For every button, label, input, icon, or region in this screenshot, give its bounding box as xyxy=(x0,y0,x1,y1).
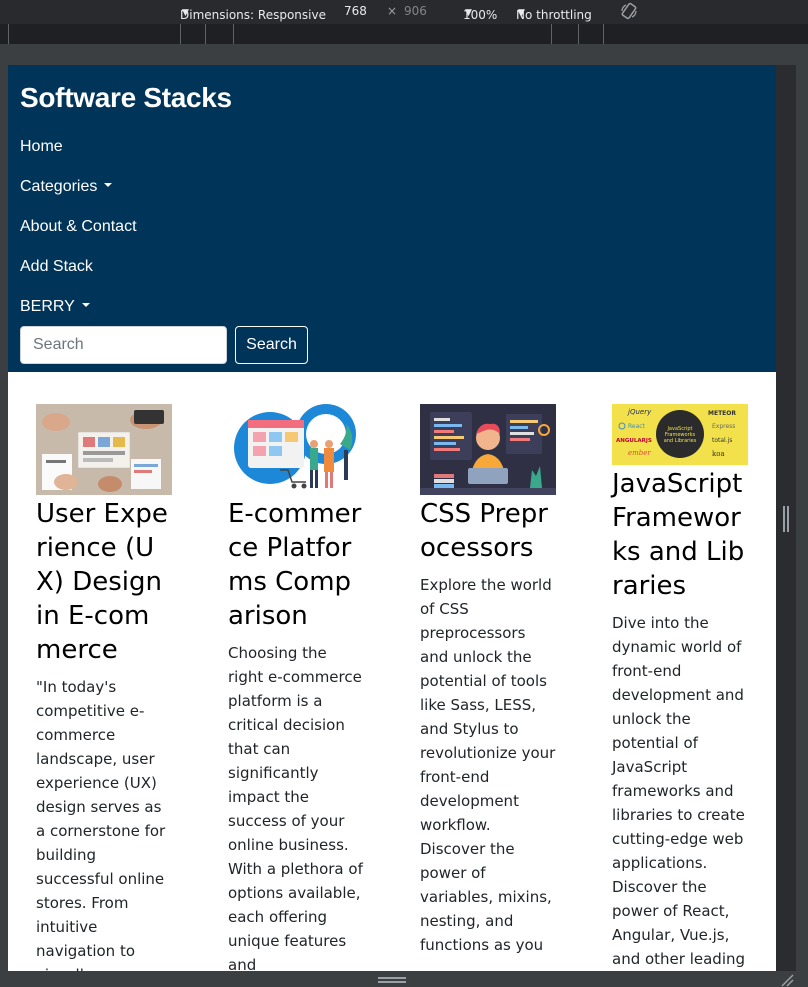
card-title[interactable]: CSS Preprocessors xyxy=(420,497,557,565)
nav-home[interactable]: Home xyxy=(20,138,63,156)
card-title[interactable]: JavaScript Frameworks and Libraries xyxy=(612,467,749,603)
media-query-ruler xyxy=(0,24,808,45)
svg-text:ANGULARJS: ANGULARJS xyxy=(616,438,652,444)
width-input[interactable]: 768 xyxy=(344,4,367,18)
nav-user-label: BERRY xyxy=(20,298,75,315)
svg-text:koa: koa xyxy=(712,450,725,458)
svg-text:total.js: total.js xyxy=(712,437,732,444)
card-text: Explore the world of CSS preprocessors a… xyxy=(420,576,556,954)
svg-text:jQuery: jQuery xyxy=(627,408,652,416)
corner-resize-handle[interactable] xyxy=(780,973,794,987)
card-image-js-frameworks: JavaScript Frameworks and Libraries jQue… xyxy=(612,404,748,465)
svg-text:ember: ember xyxy=(628,449,651,457)
search-input[interactable] xyxy=(20,326,227,364)
nav-about-contact[interactable]: About & Contact xyxy=(20,218,137,236)
caret-down-icon xyxy=(81,302,90,307)
card-text: "In today's competitive e-commerce lands… xyxy=(36,678,166,971)
card-image-ux xyxy=(36,404,172,495)
search-button[interactable]: Search xyxy=(235,326,308,364)
svg-text:Express: Express xyxy=(712,423,735,430)
svg-text:and Libraries: and Libraries xyxy=(664,438,697,444)
svg-text:React: React xyxy=(628,423,646,430)
navbar: Software Stacks Home Categories About & … xyxy=(8,65,776,372)
brand-title[interactable]: Software Stacks xyxy=(20,82,232,114)
height-input[interactable]: 906 xyxy=(404,4,427,18)
bottom-resize-handle[interactable] xyxy=(378,977,406,983)
card-title[interactable]: User Experience (UX) Design in E-commerc… xyxy=(36,497,173,667)
rotate-icon[interactable] xyxy=(620,2,638,20)
svg-text:METEOR: METEOR xyxy=(708,410,736,417)
nav-add-stack[interactable]: Add Stack xyxy=(20,258,93,276)
times-sign: × xyxy=(387,4,398,18)
nav-categories[interactable]: Categories xyxy=(20,178,113,196)
card-css-preprocessors[interactable]: CSS Preprocessors Explore the world of C… xyxy=(420,404,557,957)
card-ecommerce-platforms[interactable]: E-commerce Platforms Comparison Choosing… xyxy=(228,404,365,971)
page-viewport: Software Stacks Home Categories About & … xyxy=(8,65,776,971)
right-resize-handle[interactable] xyxy=(783,506,789,532)
card-title[interactable]: E-commerce Platforms Comparison xyxy=(228,497,365,633)
caret-down-icon xyxy=(104,182,113,187)
card-ux-design[interactable]: User Experience (UX) Design in E-commerc… xyxy=(36,404,173,971)
nav-categories-label: Categories xyxy=(20,178,98,195)
nav-user-menu[interactable]: BERRY xyxy=(20,298,90,316)
card-image-ecommerce xyxy=(228,404,364,495)
card-js-frameworks[interactable]: JavaScript Frameworks and Libraries jQue… xyxy=(612,404,749,971)
card-image-css xyxy=(420,404,556,495)
devtools-toolbar: Dimensions: Responsive ▼ 768 × 906 100% ▼ … xyxy=(0,0,808,24)
card-text: Dive into the dynamic world of front-end… xyxy=(612,614,746,968)
card-text: Choosing the right e-commerce platform i… xyxy=(228,644,363,971)
